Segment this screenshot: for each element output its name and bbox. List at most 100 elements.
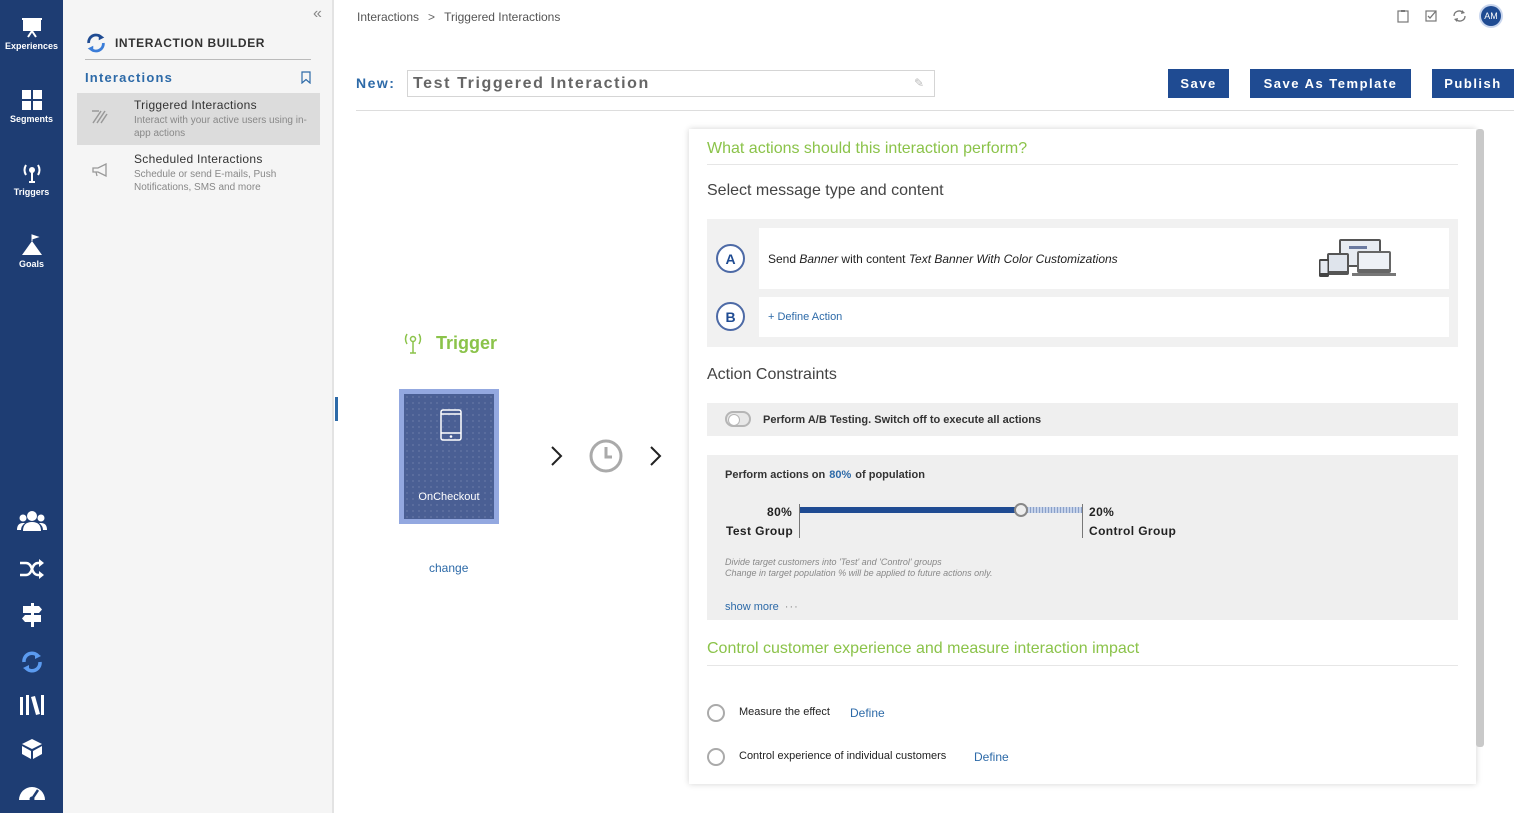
trigger-event-card[interactable]: OnCheckout	[399, 389, 499, 524]
population-note-line1: Divide target customers into 'Test' and …	[725, 557, 942, 567]
chevron-right-icon	[551, 446, 563, 466]
antenna-icon	[404, 333, 422, 354]
card-scrollbar[interactable]	[1476, 129, 1484, 747]
rail-label: Goals	[18, 259, 44, 269]
library-icon	[19, 695, 44, 715]
action-a-content: Text Banner With Color Customizations	[908, 251, 1118, 266]
rail-interactions[interactable]	[0, 650, 63, 674]
show-more-label: show more	[725, 601, 779, 613]
test-group-percent: 80%	[767, 505, 793, 519]
action-a-type: Banner	[799, 251, 839, 266]
publish-button[interactable]: Publish	[1432, 69, 1514, 98]
action-b-row: + Define Action	[759, 297, 1449, 337]
rail-signpost[interactable]	[0, 603, 63, 627]
shuffle-icon	[19, 559, 44, 579]
rail-library[interactable]	[0, 694, 63, 716]
icon-rail: Experiences Segments Triggers Goals	[0, 0, 63, 813]
measure-effect-radio[interactable]	[707, 704, 725, 722]
rail-triggers[interactable]: Triggers	[0, 162, 63, 197]
rail-shuffle[interactable]	[0, 558, 63, 580]
mountain-flag-icon	[21, 234, 42, 255]
ab-testing-toggle[interactable]	[725, 411, 751, 427]
interactions-section: Interactions	[85, 70, 311, 85]
trigger-event-label: OnCheckout	[418, 491, 480, 503]
rail-users[interactable]	[0, 510, 63, 532]
nav-scheduled-interactions[interactable]: Scheduled Interactions Schedule or send …	[77, 147, 320, 199]
action-a-mid: with content	[841, 251, 906, 266]
more-dots-icon: ···	[784, 601, 799, 613]
define-action-link[interactable]: + Define Action	[768, 311, 842, 323]
package-icon	[21, 739, 42, 759]
measure-effect-define-link[interactable]: Define	[850, 706, 885, 720]
action-a-badge: A	[716, 244, 745, 273]
population-percent[interactable]: 80%	[829, 469, 851, 481]
rail-experiences[interactable]: Experiences	[0, 16, 63, 51]
rail-goals[interactable]: Goals	[0, 234, 63, 269]
save-button[interactable]: Save	[1168, 69, 1229, 98]
section-title: Interactions	[85, 70, 174, 85]
panel-title: INTERACTION BUILDER	[115, 35, 266, 50]
ab-testing-bar: Perform A/B Testing. Switch off to execu…	[707, 403, 1458, 436]
checklist-icon[interactable]	[1424, 9, 1438, 23]
population-note: Divide target customers into 'Test' and …	[725, 557, 993, 579]
population-pre: Perform actions on	[725, 469, 826, 481]
chevron-right-icon	[650, 446, 662, 466]
trigger-heading: Trigger	[402, 332, 497, 354]
population-post: of population	[855, 469, 925, 481]
rail-dashboard[interactable]	[0, 780, 63, 802]
control-group-percent: 20%	[1089, 505, 1115, 519]
breadcrumb-separator: >	[428, 10, 436, 24]
refresh-cycle-icon	[21, 651, 42, 673]
triggered-icon	[92, 110, 108, 124]
save-as-template-button[interactable]: Save As Template	[1250, 69, 1411, 98]
control-experience-radio[interactable]	[707, 748, 725, 766]
new-label: New:	[356, 75, 396, 91]
rail-label: Experiences	[4, 41, 59, 51]
test-group-label: Test Group	[726, 524, 794, 538]
rail-segments[interactable]: Segments	[0, 89, 63, 124]
population-slider-fill	[800, 507, 1021, 513]
control-experience-label: Control experience of individual custome…	[739, 750, 947, 762]
interaction-name-input[interactable]	[407, 70, 935, 97]
breadcrumb-current: Triggered Interactions	[444, 10, 561, 24]
actions-heading: What actions should this interaction per…	[707, 140, 1028, 157]
measure-effect-label: Measure the effect	[739, 706, 830, 718]
nav-triggered-interactions[interactable]: Triggered Interactions Interact with you…	[77, 93, 320, 145]
actions-divider	[707, 164, 1458, 165]
tablet-icon	[440, 409, 462, 441]
rail-label: Triggers	[13, 187, 50, 197]
pencil-icon: ✎	[914, 76, 925, 90]
ab-testing-label: Perform A/B Testing. Switch off to execu…	[763, 413, 1042, 426]
segments-icon	[21, 90, 42, 110]
signpost-icon	[21, 603, 42, 627]
bookmark-icon[interactable]	[301, 71, 311, 84]
nav-item-desc: Schedule or send E-mails, Push Notificat…	[134, 169, 277, 193]
speedometer-icon	[18, 787, 45, 802]
user-avatar[interactable]: AM	[1481, 6, 1501, 26]
header-divider	[356, 110, 1514, 111]
megaphone-icon	[92, 163, 107, 177]
control-experience-define-link[interactable]: Define	[974, 750, 1009, 764]
breadcrumb-root[interactable]: Interactions	[357, 10, 419, 24]
clipboard-icon[interactable]	[1396, 9, 1410, 23]
show-more-link[interactable]: show more ···	[725, 601, 799, 613]
action-a-row[interactable]: Send Banner with content Text Banner Wit…	[759, 228, 1449, 289]
impact-divider	[707, 665, 1458, 666]
breadcrumb: Interactions > Triggered Interactions	[357, 10, 560, 24]
active-marker	[335, 397, 338, 421]
constraints-heading: Action Constraints	[707, 366, 837, 383]
users-icon	[16, 511, 47, 531]
nav-item-name: Triggered Interactions	[134, 98, 257, 112]
collapse-panel-icon[interactable]: «	[313, 5, 322, 23]
sync-icon[interactable]	[1452, 9, 1467, 23]
population-slider-handle[interactable]	[1014, 503, 1028, 517]
clock-icon[interactable]	[589, 439, 623, 473]
control-group-label: Control Group	[1089, 524, 1177, 538]
rail-label: Segments	[9, 114, 53, 124]
panel-header: INTERACTION BUILDER	[85, 26, 311, 60]
rail-package[interactable]	[0, 738, 63, 760]
devices-preview-icon	[1319, 239, 1396, 277]
action-a-pre: Send	[768, 251, 797, 266]
interaction-logo-icon	[87, 33, 105, 52]
change-trigger-link[interactable]: change	[429, 561, 468, 575]
